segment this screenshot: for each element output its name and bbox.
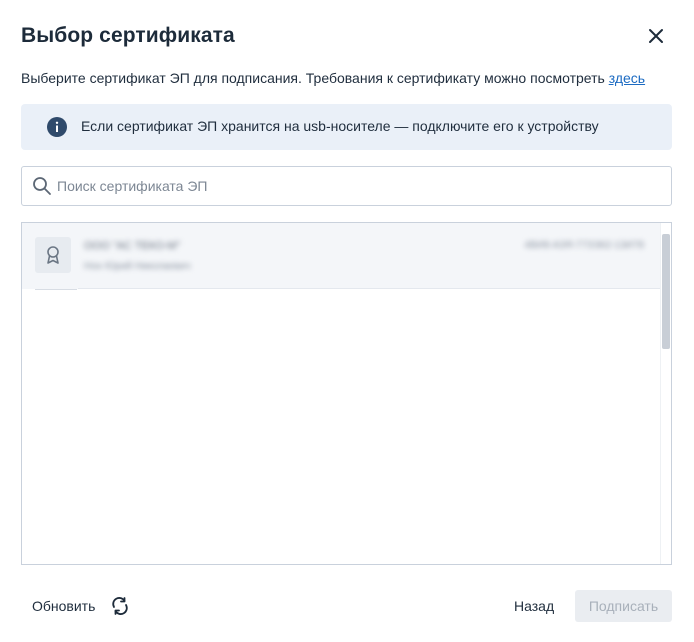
close-icon [649,29,663,43]
dialog-title: Выбор сертификата [21,24,235,47]
certificate-name: ООО "АС ТЕКО-М" [84,240,181,252]
sign-button[interactable]: Подписать [575,590,672,622]
certificate-dialog: Выбор сертификата Выберите сертификат ЭП… [0,0,694,642]
info-text: Если сертификат ЭП хранится на usb-носит… [81,118,599,134]
scrollbar-thumb[interactable] [662,234,670,349]
refresh-label: Обновить [32,598,96,614]
requirements-link[interactable]: здесь [609,70,645,86]
certificate-owner: Нон Юрий Николаевич [84,261,191,272]
subtitle-text: Выберите сертификат ЭП для подписания. Т… [21,70,609,86]
info-icon [47,117,67,137]
certificate-item[interactable]: ООО "АС ТЕКО-М" Нон Юрий Николаевич 4ВИ8… [22,223,660,289]
certificate-id: 4ВИ8-АЗЯ-77ЗЭ62-13И78 [524,240,644,251]
certificate-list: ООО "АС ТЕКО-М" Нон Юрий Николаевич 4ВИ8… [21,222,672,565]
refresh-icon [112,597,128,615]
search-box [21,166,672,206]
certificate-icon-box [35,237,71,273]
search-icon [33,177,51,195]
dialog-subtitle: Выберите сертификат ЭП для подписания. Т… [21,70,645,86]
search-input[interactable] [57,167,657,205]
certificate-icon [47,246,59,264]
back-button[interactable]: Назад [514,598,554,614]
info-banner: Если сертификат ЭП хранится на usb-носит… [21,104,672,150]
row-divider [35,289,77,290]
close-button[interactable] [644,24,668,48]
